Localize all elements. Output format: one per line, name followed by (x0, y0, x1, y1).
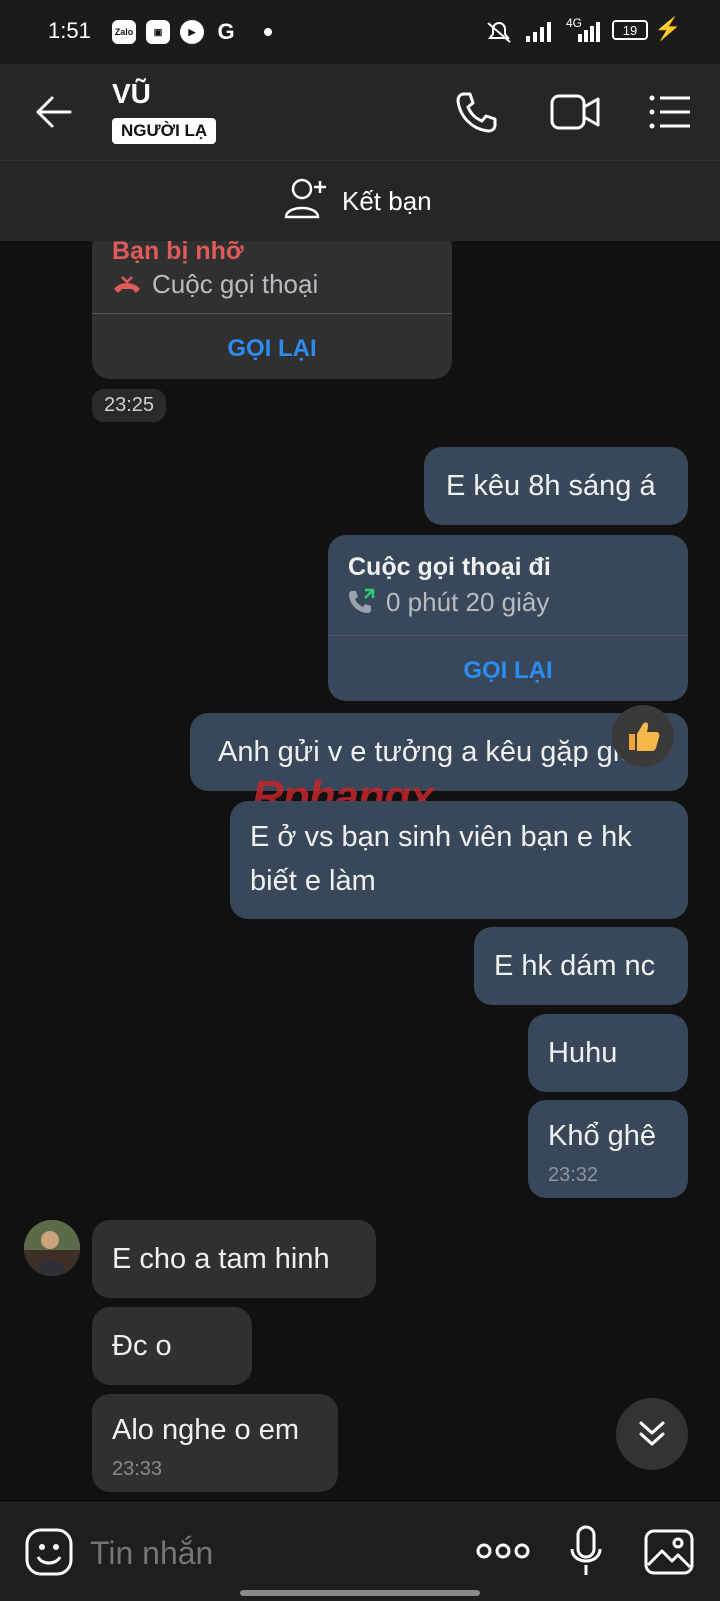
image-gallery-icon[interactable] (644, 1529, 694, 1575)
add-friend-label: Kết bạn (342, 186, 432, 216)
message-time: 23:33 (112, 1458, 163, 1480)
outgoing-message[interactable]: E kêu 8h sáng á (424, 447, 688, 525)
notification-dot (264, 28, 272, 36)
video-call-icon[interactable] (550, 92, 602, 132)
add-friend-bar[interactable]: Kết bạn (0, 160, 720, 241)
thumbs-up-icon (629, 722, 660, 751)
outgoing-call-card: Cuộc gọi thoại đi 0 phút 20 giây GỌI LẠI (328, 535, 688, 701)
message-text: E cho a tam hinh (112, 1243, 330, 1275)
outgoing-message[interactable]: Huhu (528, 1014, 688, 1092)
media-icon: ▣ (146, 20, 170, 44)
menu-list-icon[interactable] (648, 94, 692, 130)
signal-4g-icon (578, 22, 600, 42)
youtube-icon: ▶ (180, 20, 204, 44)
missed-callback-button[interactable]: GỌI LẠI (92, 335, 452, 363)
outgoing-message[interactable]: E ở vs bạn sinh viên bạn e hk biết e làm (230, 801, 688, 919)
microphone-icon[interactable] (568, 1525, 604, 1579)
message-text: Đc o (112, 1330, 172, 1362)
outgoing-message[interactable]: Khổ ghê 23:32 (528, 1100, 688, 1198)
outgoing-callback-button[interactable]: GỌI LẠI (328, 657, 688, 685)
outgoing-message[interactable]: E hk dám nc (474, 927, 688, 1005)
message-time: 23:25 (92, 389, 167, 422)
message-text: Khổ ghê (548, 1120, 657, 1152)
battery-icon: 19 (612, 20, 648, 40)
incoming-message[interactable]: Alo nghe o em 23:33 (92, 1394, 338, 1492)
message-text: E hk dám nc (494, 950, 656, 982)
message-input[interactable] (88, 1527, 452, 1579)
double-chevron-down-icon (639, 1421, 665, 1446)
stranger-badge: NGƯỜI LẠ (112, 118, 217, 144)
outgoing-call-icon (349, 588, 375, 613)
reaction-badge[interactable] (612, 705, 674, 767)
more-options-icon[interactable] (476, 1541, 530, 1561)
zalo-icon: Zalo (112, 20, 136, 44)
message-text: Anh gửi v e tưởng a kêu gặp giờ (218, 736, 639, 768)
scroll-to-bottom-button[interactable] (616, 1398, 688, 1470)
back-arrow-icon[interactable] (34, 92, 74, 132)
missed-call-card: Bạn bị nhỡ Cuộc gọi thoại GỌI LẠI (92, 241, 452, 379)
missed-call-subtitle: Cuộc gọi thoại (152, 269, 319, 299)
outgoing-call-duration: 0 phút 20 giây (386, 587, 550, 617)
contact-name[interactable]: VŨ (112, 78, 151, 110)
battery-level: 19 (622, 22, 638, 38)
status-bar: 1:51 Zalo ▣ ▶ G 4G 19 ⚡ (0, 0, 720, 64)
google-icon: G (217, 19, 235, 44)
signal-icon (526, 22, 551, 42)
charging-icon: ⚡ (654, 16, 682, 41)
missed-call-title: Bạn bị nhỡ (112, 241, 244, 265)
phone-call-icon[interactable] (454, 90, 498, 134)
message-text: Alo nghe o em (112, 1414, 300, 1446)
avatar-photo (24, 1220, 80, 1276)
message-text: E ở vs bạn sinh viên bạn e hk biết e làm (250, 821, 632, 897)
incoming-message[interactable]: Đc o (92, 1307, 252, 1385)
message-text: E kêu 8h sáng á (446, 470, 656, 502)
chat-header: VŨ NGƯỜI LẠ (0, 64, 720, 160)
chat-area[interactable]: Bạn bị nhỡ Cuộc gọi thoại GỌI LẠI 23:25 … (0, 241, 720, 1502)
outgoing-call-title: Cuộc gọi thoại đi (348, 553, 551, 581)
add-friend-icon (284, 178, 326, 219)
message-text: Huhu (548, 1037, 618, 1069)
message-input-bar (0, 1502, 720, 1601)
avatar[interactable] (24, 1220, 80, 1276)
incoming-message[interactable]: E cho a tam hinh (92, 1220, 376, 1298)
message-time: 23:32 (548, 1164, 599, 1186)
mute-icon (487, 22, 511, 43)
status-time: 1:51 (48, 18, 91, 43)
emoji-sticker-icon[interactable] (24, 1527, 74, 1577)
missed-call-icon (114, 276, 140, 293)
home-indicator[interactable] (240, 1590, 480, 1596)
